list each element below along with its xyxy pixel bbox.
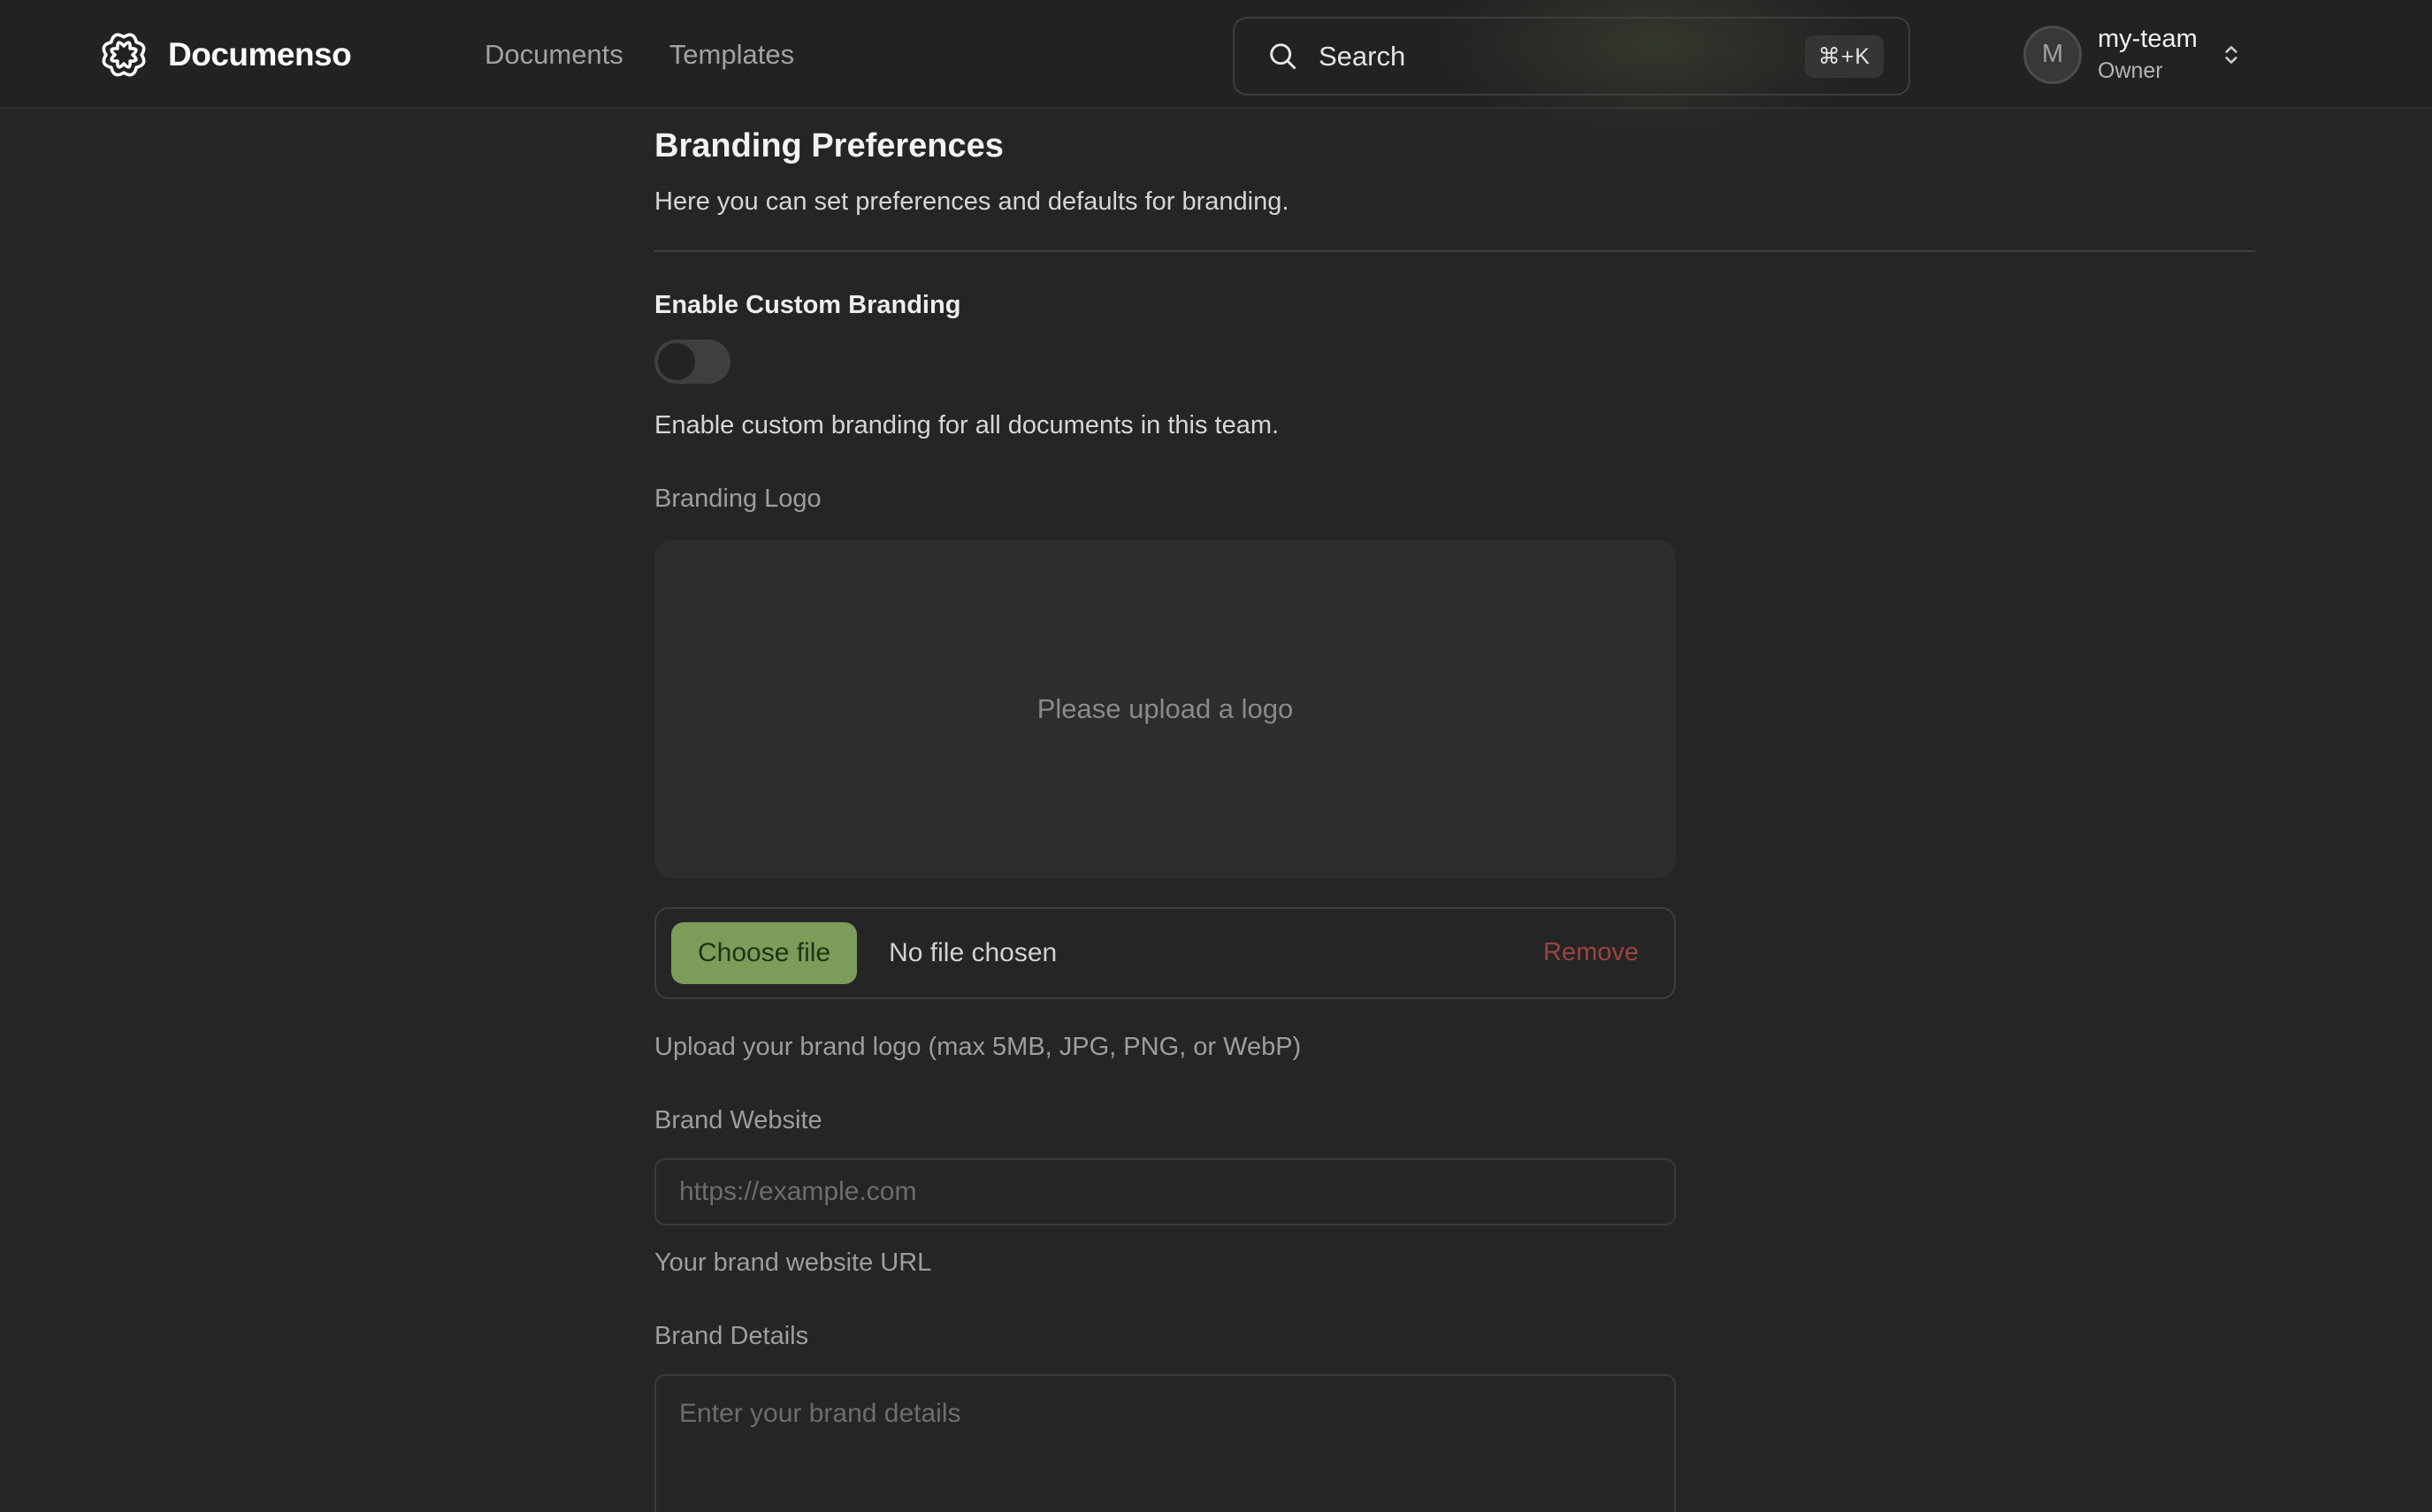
branding-preferences-page: Branding Preferences Here you can set pr… [0,109,2432,1512]
team-avatar: M [2023,26,2082,84]
enable-custom-branding-description: Enable custom branding for all documents… [654,411,1676,440]
branding-logo-hint: Upload your brand logo (max 5MB, JPG, PN… [654,1033,1676,1062]
page-title: Branding Preferences [654,126,2255,167]
chevrons-up-down-icon [2217,41,2245,69]
brand-details-field [654,1374,1676,1512]
enable-custom-branding-label: Enable Custom Branding [654,291,1676,320]
search-icon [1266,40,1299,73]
enable-custom-branding-toggle[interactable] [654,340,730,384]
toggle-thumb [658,343,695,380]
branding-logo-label: Branding Logo [654,485,1676,514]
top-navbar: Documenso Documents Templates Search ⌘+K… [0,0,2432,109]
page-subtitle: Here you can set preferences and default… [654,187,2255,217]
remove-logo-button[interactable]: Remove [1543,938,1639,967]
primary-nav: Documents Templates [485,0,794,109]
team-menu-text: my-team Owner [2098,25,2198,83]
search-shortcut-badge: ⌘+K [1805,35,1884,78]
team-name: my-team [2098,25,2198,54]
documenso-logo-icon [99,30,149,80]
search-input[interactable]: Search ⌘+K [1233,17,1910,95]
brand-website-input[interactable] [654,1158,1676,1226]
brand-details-label: Brand Details [654,1322,1676,1351]
section-divider [654,250,2255,252]
brand-website-label: Brand Website [654,1106,1676,1135]
brand-details-textarea[interactable] [654,1374,1676,1512]
brand-home-link[interactable]: Documenso [99,0,351,109]
file-status-text: No file chosen [889,938,1057,968]
team-role: Owner [2098,58,2198,84]
choose-file-button[interactable]: Choose file [671,922,857,984]
brand-website-hint: Your brand website URL [654,1249,1676,1278]
branding-logo-file-input: Choose file No file chosen Remove [654,907,1676,999]
branding-logo-preview: Please upload a logo [654,540,1676,878]
team-menu-button[interactable]: M my-team Owner [2023,0,2245,109]
brand-name: Documenso [168,36,351,73]
nav-link-templates[interactable]: Templates [669,39,794,71]
nav-link-documents[interactable]: Documents [485,39,623,71]
branding-form: Enable Custom Branding Enable custom bra… [654,291,1676,1512]
search-placeholder-label: Search [1319,41,1405,73]
branding-logo-empty-text: Please upload a logo [1037,693,1294,725]
